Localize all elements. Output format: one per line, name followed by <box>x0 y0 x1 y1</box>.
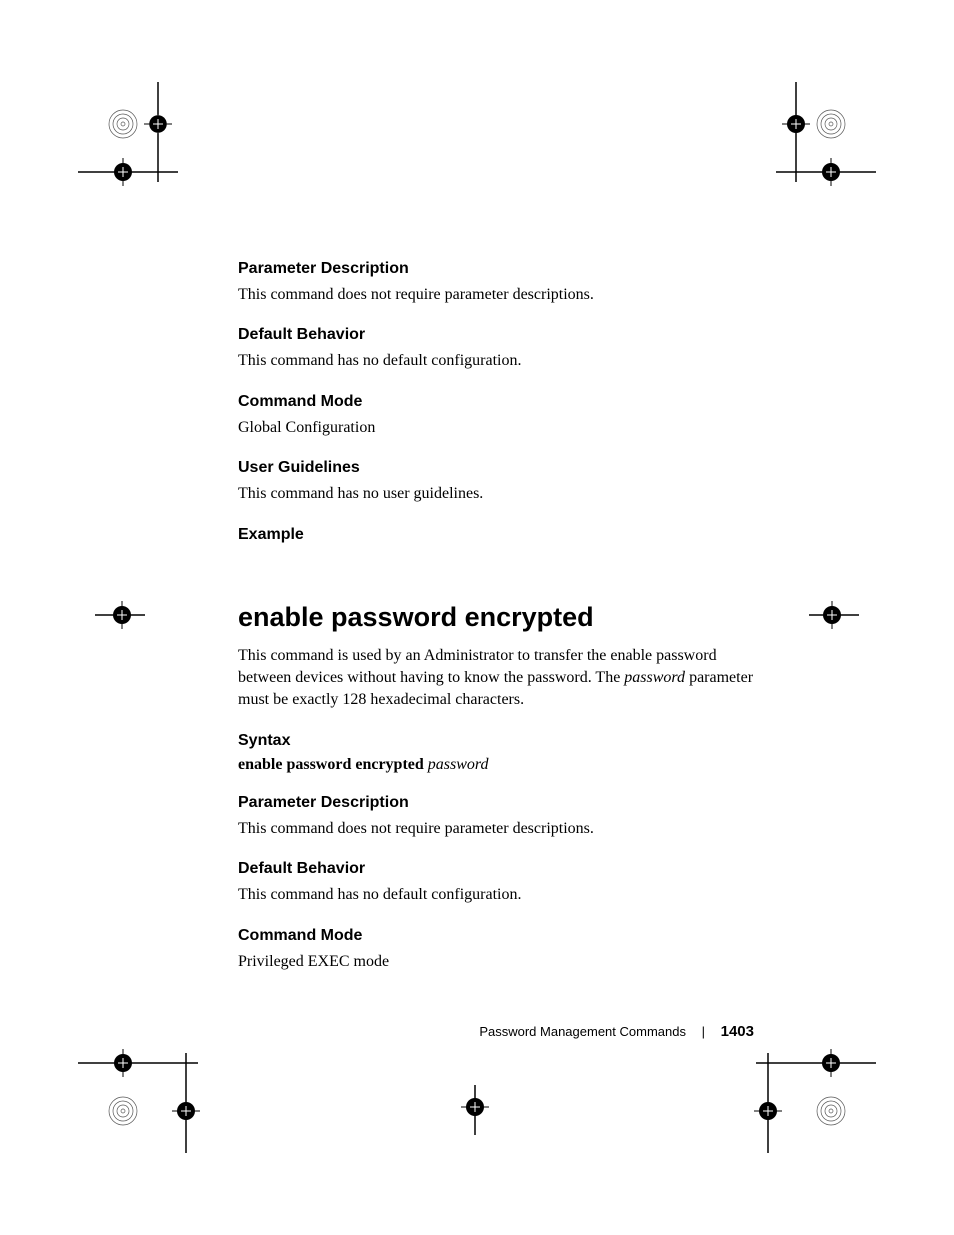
footer-section: Password Management Commands <box>479 1024 686 1039</box>
crop-mark-right-middle <box>809 600 859 630</box>
crop-mark-top-left <box>78 82 188 192</box>
heading-command-mode-2: Command Mode <box>238 927 760 945</box>
body-default-behavior-2: This command has no default configuratio… <box>238 884 760 906</box>
crop-mark-top-right <box>766 82 876 192</box>
heading-example: Example <box>238 526 760 544</box>
body-parameter-description-1: This command does not require parameter … <box>238 284 760 306</box>
main-heading: enable password encrypted <box>238 602 760 633</box>
crop-mark-bottom-center <box>450 1085 500 1135</box>
page-footer: Password Management Commands | 1403 <box>479 1023 754 1040</box>
body-command-mode-1: Global Configuration <box>238 417 760 439</box>
body-default-behavior-1: This command has no default configuratio… <box>238 350 760 372</box>
crop-mark-bottom-left <box>78 1043 208 1153</box>
body-command-mode-2: Privileged EXEC mode <box>238 951 760 973</box>
heading-user-guidelines: User Guidelines <box>238 459 760 477</box>
crop-mark-left-middle <box>95 600 145 630</box>
body-user-guidelines: This command has no user guidelines. <box>238 483 760 505</box>
body-parameter-description-2: This command does not require parameter … <box>238 818 760 840</box>
heading-parameter-description-2: Parameter Description <box>238 794 760 812</box>
heading-command-mode-1: Command Mode <box>238 393 760 411</box>
heading-syntax: Syntax <box>238 732 760 750</box>
main-body: This command is used by an Administrator… <box>238 645 760 712</box>
heading-parameter-description-1: Parameter Description <box>238 260 760 278</box>
syntax-line: enable password encrypted password <box>238 756 760 774</box>
password-italic: password <box>624 669 685 686</box>
footer-page-number: 1403 <box>721 1023 754 1040</box>
page-content: Parameter Description This command does … <box>238 260 760 993</box>
heading-default-behavior-1: Default Behavior <box>238 326 760 344</box>
heading-default-behavior-2: Default Behavior <box>238 860 760 878</box>
crop-mark-bottom-right <box>746 1043 876 1153</box>
footer-separator: | <box>702 1024 705 1039</box>
